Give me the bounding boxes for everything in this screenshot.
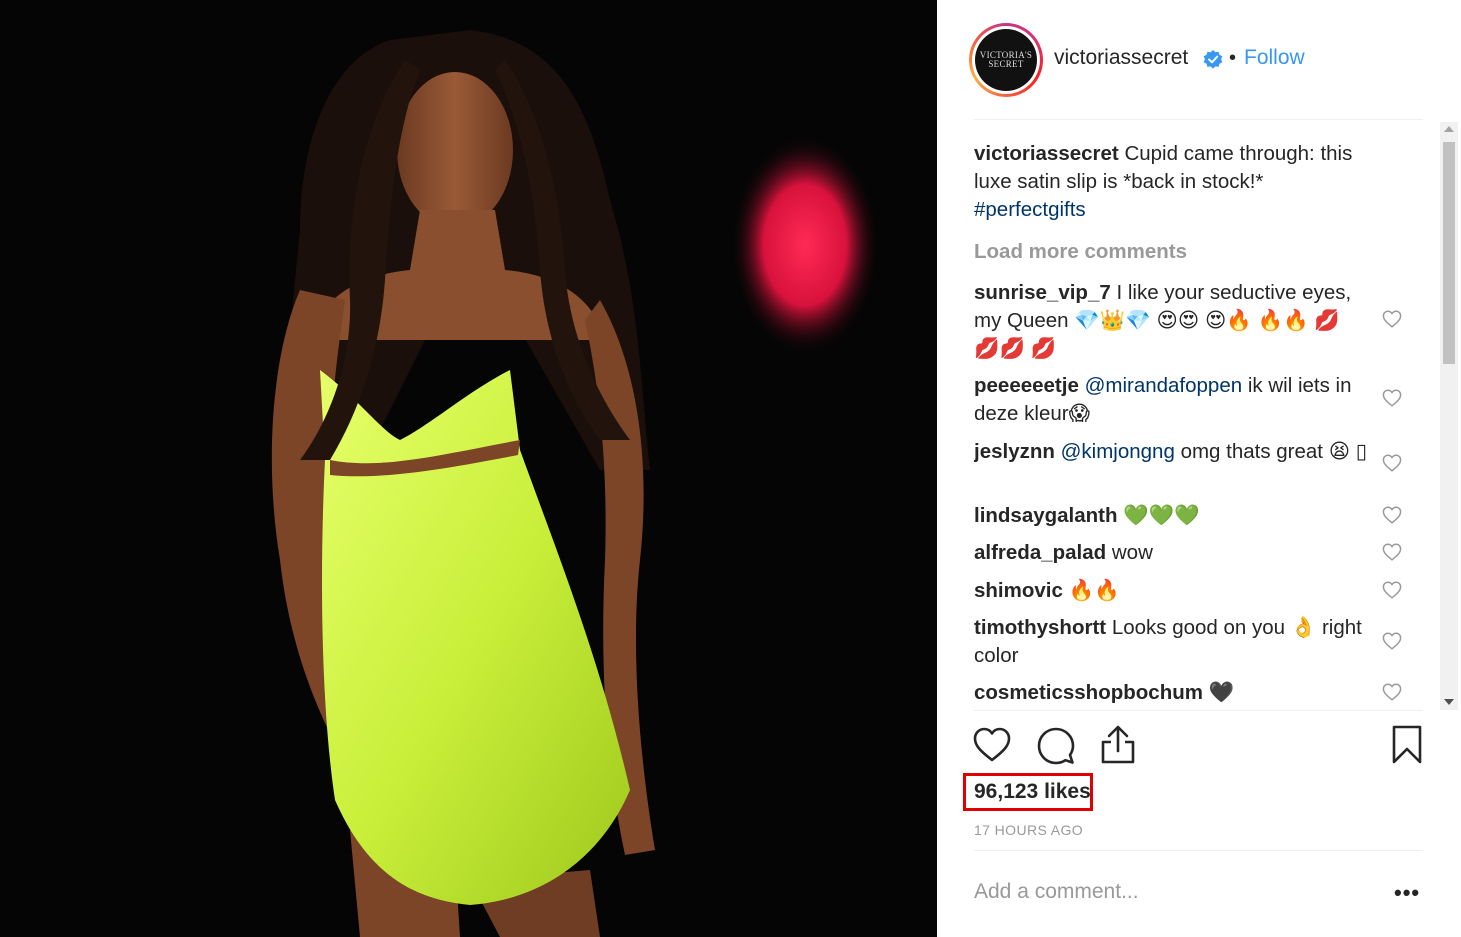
post-sidebar: VICTORIA'S SECRET victoriassecret • Foll… bbox=[937, 0, 1461, 937]
comment-like-heart-icon[interactable] bbox=[1382, 389, 1402, 407]
comment-item: timothyshortt Looks good on you 👌 right … bbox=[974, 614, 1369, 670]
bookmark-icon[interactable] bbox=[1391, 725, 1423, 765]
comment-item: shimovic 🔥🔥 bbox=[974, 577, 1369, 605]
comment-username[interactable]: peeeeeetje bbox=[974, 374, 1079, 397]
comment-like-heart-icon[interactable] bbox=[1382, 683, 1402, 701]
comment-like-heart-icon[interactable] bbox=[1382, 454, 1402, 472]
post-photo[interactable] bbox=[0, 0, 937, 937]
comment-like-heart-icon[interactable] bbox=[1382, 506, 1402, 524]
composer-divider bbox=[974, 850, 1423, 851]
comment-mention[interactable]: @mirandafoppen bbox=[1085, 374, 1243, 397]
comment-text: 🖤 bbox=[1208, 681, 1235, 704]
comment-username[interactable]: shimovic bbox=[974, 579, 1063, 602]
caption-hashtag[interactable]: #perfectgifts bbox=[974, 198, 1086, 221]
comment-mention[interactable]: @kimjongng bbox=[1061, 440, 1175, 463]
comment-username[interactable]: cosmeticsshopbochum bbox=[974, 681, 1203, 704]
avatar[interactable]: VICTORIA'S SECRET bbox=[975, 29, 1037, 91]
scroll-up-arrow-icon[interactable] bbox=[1444, 126, 1454, 132]
comment-text: wow bbox=[1111, 541, 1153, 564]
more-options-icon[interactable]: ••• bbox=[1394, 880, 1420, 906]
comment-item: peeeeeetje @mirandafoppen ik wil iets in… bbox=[974, 372, 1369, 428]
comment-like-heart-icon[interactable] bbox=[1382, 543, 1402, 561]
comment-item: jeslyznn @kimjongng omg thats great 😫 ▯ bbox=[974, 438, 1369, 466]
post-caption: victoriassecret Cupid came through: this… bbox=[974, 140, 1369, 224]
comment-like-heart-icon[interactable] bbox=[1382, 581, 1402, 599]
comments-scrollbar[interactable] bbox=[1440, 122, 1458, 710]
share-icon[interactable] bbox=[1100, 725, 1136, 765]
avatar-logo-text-2: SECRET bbox=[988, 59, 1024, 69]
comments-list: victoriassecret Cupid came through: this… bbox=[974, 138, 1414, 710]
header-divider bbox=[974, 119, 1423, 120]
comment-username[interactable]: sunrise_vip_7 bbox=[974, 281, 1111, 304]
follow-button[interactable]: Follow bbox=[1244, 46, 1305, 70]
comment-text: omg thats great 😫 ▯ bbox=[1180, 440, 1368, 463]
like-heart-icon[interactable] bbox=[973, 727, 1011, 763]
verified-badge-icon bbox=[1203, 50, 1223, 69]
comment-username[interactable]: jeslyznn bbox=[974, 440, 1055, 463]
comment-text: 🔥🔥 bbox=[1068, 579, 1120, 602]
likes-count[interactable]: 96,123 likes bbox=[974, 780, 1091, 804]
comment-bubble-icon[interactable] bbox=[1037, 727, 1075, 765]
caption-username[interactable]: victoriassecret bbox=[974, 142, 1119, 165]
comment-like-heart-icon[interactable] bbox=[1382, 632, 1402, 650]
comment-text: 💚💚💚 bbox=[1123, 504, 1200, 527]
comment-item: alfreda_palad wow bbox=[974, 539, 1369, 567]
actions-divider bbox=[974, 710, 1423, 711]
separator-dot: • bbox=[1229, 47, 1237, 69]
comment-like-heart-icon[interactable] bbox=[1382, 310, 1402, 328]
load-more-comments-button[interactable]: Load more comments bbox=[974, 238, 1187, 266]
comment-item: lindsaygalanth 💚💚💚 bbox=[974, 502, 1369, 530]
comment-username[interactable]: lindsaygalanth bbox=[974, 504, 1118, 527]
post-timestamp[interactable]: 17 HOURS AGO bbox=[974, 822, 1083, 838]
comment-item: sunrise_vip_7 I like your seductive eyes… bbox=[974, 279, 1369, 363]
comment-item: cosmeticsshopbochum 🖤 bbox=[974, 679, 1369, 707]
scroll-down-arrow-icon[interactable] bbox=[1444, 699, 1454, 705]
post-author-username[interactable]: victoriassecret bbox=[1054, 46, 1188, 70]
scroll-thumb[interactable] bbox=[1443, 142, 1455, 364]
comment-username[interactable]: timothyshortt bbox=[974, 616, 1106, 639]
comment-username[interactable]: alfreda_palad bbox=[974, 541, 1106, 564]
add-comment-input[interactable]: Add a comment... bbox=[974, 880, 1139, 904]
post-header: VICTORIA'S SECRET victoriassecret • Foll… bbox=[937, 0, 1461, 120]
avatar-story-ring[interactable]: VICTORIA'S SECRET bbox=[969, 23, 1043, 97]
model-photo-illustration bbox=[271, 30, 880, 937]
